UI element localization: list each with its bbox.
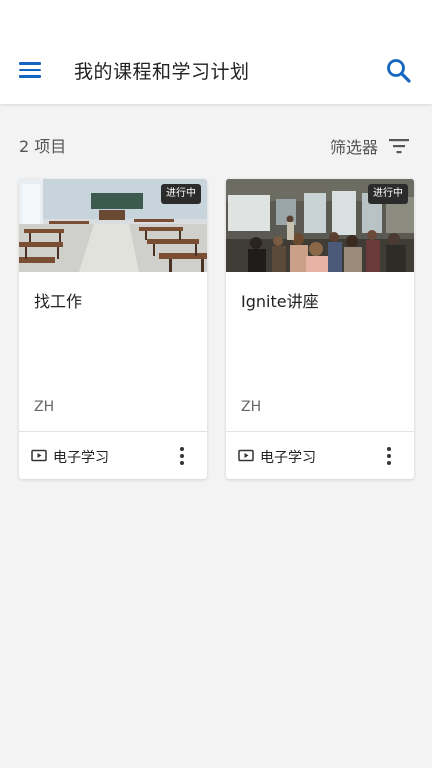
classroom-image: 进行中 — [19, 179, 207, 272]
card-footer: 电子学习 — [19, 431, 207, 479]
filter-button[interactable]: 筛选器 — [330, 134, 410, 158]
search-icon[interactable] — [384, 56, 414, 86]
language-code: ZH — [34, 399, 55, 415]
more-vertical-icon[interactable] — [378, 444, 400, 468]
hamburger-menu-icon[interactable] — [14, 56, 46, 84]
video-icon — [238, 449, 254, 462]
lecture-audience-image: 进行中 — [226, 179, 414, 272]
course-type-label: 电子学习 — [260, 450, 316, 466]
status-badge: 进行中 — [368, 184, 408, 204]
course-title: 找工作 — [34, 292, 83, 311]
course-type-label: 电子学习 — [53, 450, 109, 466]
more-vertical-icon[interactable] — [171, 444, 193, 468]
app-bar: 我的课程和学习计划 — [0, 0, 432, 104]
language-code: ZH — [241, 399, 262, 415]
filter-icon — [389, 139, 410, 154]
card-footer: 电子学习 — [226, 431, 414, 479]
page-title: 我的课程和学习计划 — [74, 61, 250, 83]
status-badge: 进行中 — [161, 184, 201, 204]
course-title: Ignite讲座 — [241, 292, 319, 311]
filter-label: 筛选器 — [330, 138, 379, 157]
video-icon — [31, 449, 47, 462]
item-count: 2 项目 — [19, 137, 67, 156]
course-card[interactable]: 进行中 找工作 ZH 电子学习 — [19, 179, 207, 479]
course-card[interactable]: 进行中 Ignite讲座 ZH 电子学习 — [226, 179, 414, 479]
